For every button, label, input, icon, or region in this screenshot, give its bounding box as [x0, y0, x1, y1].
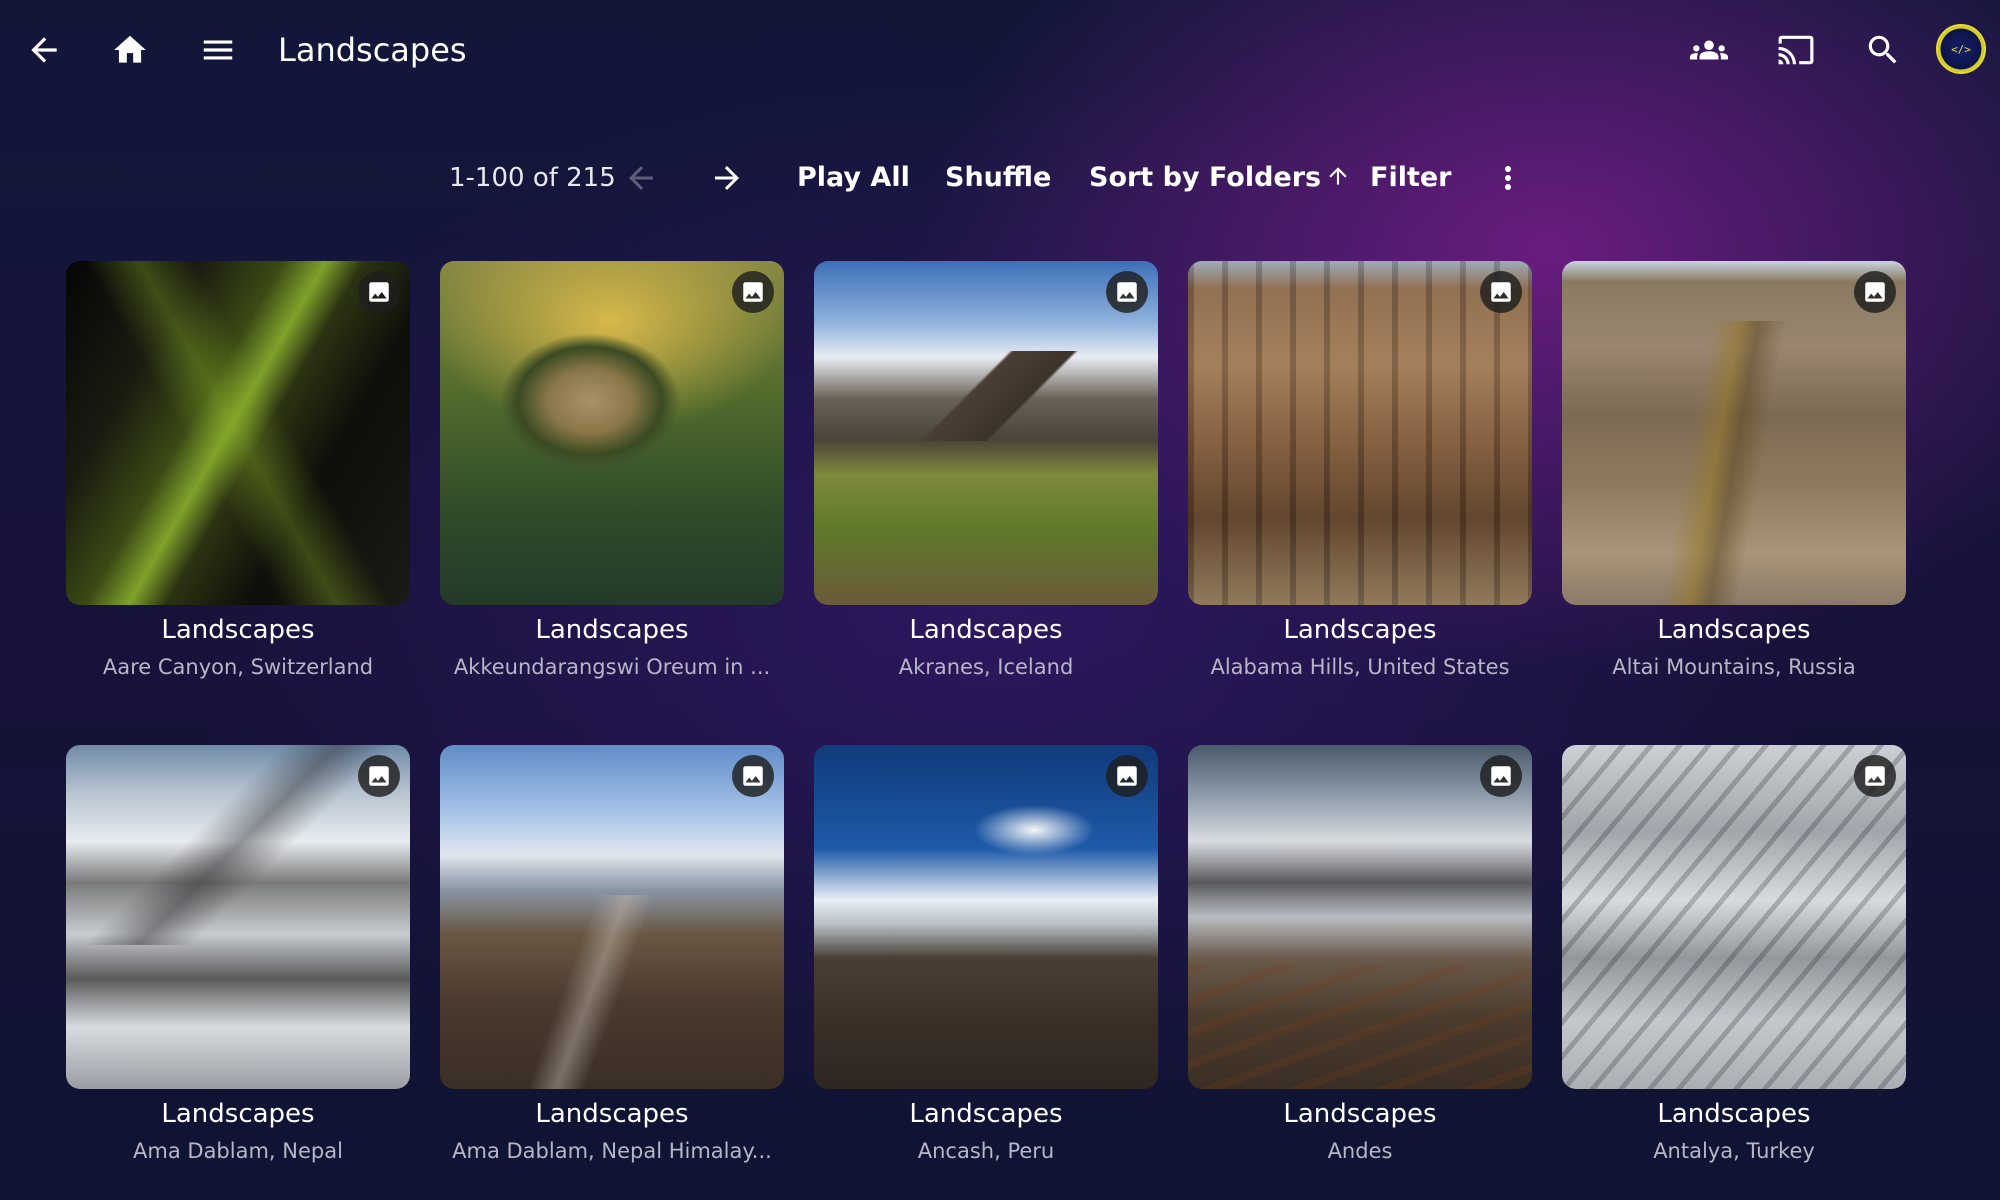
arrow-up-icon — [1321, 162, 1351, 193]
card-title: Landscapes — [161, 615, 315, 645]
card-title: Landscapes — [1283, 1099, 1437, 1129]
sync-play-button[interactable] — [1679, 20, 1739, 80]
card-subtitle: Akranes, Iceland — [898, 655, 1074, 679]
arrow-forward-icon — [715, 166, 739, 190]
thumbnail — [814, 745, 1158, 1089]
card-subtitle: Ama Dablam, Nepal Himalay... — [452, 1139, 772, 1163]
photo-badge — [1106, 755, 1148, 797]
user-avatar[interactable]: </> — [1936, 24, 1986, 74]
page-title: Landscapes — [278, 31, 467, 69]
thumbnail — [66, 745, 410, 1089]
group-users-icon — [1690, 40, 1728, 60]
card-title: Landscapes — [1283, 615, 1437, 645]
avatar-text: </> — [1951, 42, 1971, 56]
photo-badge — [732, 755, 774, 797]
photo-badge — [1854, 755, 1896, 797]
photo-badge — [1480, 271, 1522, 313]
image-icon — [743, 766, 763, 786]
media-card[interactable]: Landscapes Antalya, Turkey — [1562, 745, 1906, 1165]
image-icon — [1491, 766, 1511, 786]
card-title: Landscapes — [535, 1099, 689, 1129]
card-subtitle: Antalya, Turkey — [1653, 1139, 1815, 1163]
thumbnail — [440, 745, 784, 1089]
image-icon — [1865, 282, 1885, 302]
media-card[interactable]: Landscapes Altai Mountains, Russia — [1562, 261, 1906, 681]
image-icon — [1117, 766, 1137, 786]
pager-count: 1-100 of 215 — [449, 163, 616, 193]
media-card[interactable]: Landscapes Ama Dablam, Nepal — [66, 745, 410, 1165]
more-vertical-icon — [1505, 166, 1511, 190]
list-toolbar: 1-100 of 215 Play All Shuffle Sort by Fo… — [0, 148, 2000, 208]
next-page-button[interactable] — [703, 154, 751, 202]
media-card[interactable]: Landscapes Ama Dablam, Nepal Himalay... — [440, 745, 784, 1165]
card-subtitle: Andes — [1327, 1139, 1393, 1163]
card-title: Landscapes — [909, 615, 1063, 645]
card-subtitle: Ama Dablam, Nepal — [133, 1139, 343, 1163]
photo-badge — [732, 271, 774, 313]
shuffle-button[interactable]: Shuffle — [945, 158, 1051, 198]
photo-badge — [358, 271, 400, 313]
menu-button[interactable] — [188, 20, 248, 80]
app-header: Landscapes </> — [0, 0, 2000, 100]
photo-badge — [1106, 271, 1148, 313]
card-subtitle: Akkeundarangswi Oreum in ... — [453, 655, 771, 679]
filter-button[interactable]: Filter — [1370, 158, 1452, 198]
play-all-button[interactable]: Play All — [797, 158, 910, 198]
card-title: Landscapes — [1657, 615, 1811, 645]
hamburger-menu-icon — [203, 40, 233, 60]
media-card[interactable]: Landscapes Akkeundarangswi Oreum in ... — [440, 261, 784, 681]
card-title: Landscapes — [161, 1099, 315, 1129]
image-icon — [369, 282, 389, 302]
card-subtitle: Aare Canyon, Switzerland — [102, 655, 374, 679]
search-button[interactable] — [1853, 20, 1913, 80]
image-icon — [1865, 766, 1885, 786]
card-subtitle: Alabama Hills, United States — [1210, 655, 1510, 679]
image-icon — [743, 282, 763, 302]
arrow-back-icon — [629, 166, 653, 190]
search-icon — [1868, 35, 1897, 64]
thumbnail — [814, 261, 1158, 605]
photo-badge — [1480, 755, 1522, 797]
image-icon — [369, 766, 389, 786]
back-button[interactable] — [14, 20, 74, 80]
photo-badge — [358, 755, 400, 797]
photo-badge — [1854, 271, 1896, 313]
card-title: Landscapes — [909, 1099, 1063, 1129]
thumbnail — [1562, 261, 1906, 605]
image-icon — [1491, 282, 1511, 302]
media-card[interactable]: Landscapes Alabama Hills, United States — [1188, 261, 1532, 681]
thumbnail — [1188, 745, 1532, 1089]
cast-icon — [1778, 35, 1814, 65]
media-card[interactable]: Landscapes Andes — [1188, 745, 1532, 1165]
media-card[interactable]: Landscapes Aare Canyon, Switzerland — [66, 261, 410, 681]
card-title: Landscapes — [535, 615, 689, 645]
thumbnail — [1188, 261, 1532, 605]
thumbnail — [66, 261, 410, 605]
more-options-button[interactable] — [1484, 154, 1532, 202]
cast-button[interactable] — [1766, 20, 1826, 80]
previous-page-button[interactable] — [617, 154, 665, 202]
home-button[interactable] — [100, 20, 160, 80]
sort-button[interactable]: Sort by Folders — [1089, 158, 1351, 198]
card-subtitle: Ancash, Peru — [917, 1139, 1055, 1163]
arrow-back-icon — [31, 37, 57, 63]
home-icon — [114, 35, 146, 63]
sort-label: Sort by Folders — [1089, 162, 1322, 193]
card-title: Landscapes — [1657, 1099, 1811, 1129]
media-card[interactable]: Landscapes Ancash, Peru — [814, 745, 1158, 1165]
media-card[interactable]: Landscapes Akranes, Iceland — [814, 261, 1158, 681]
image-icon — [1117, 282, 1137, 302]
card-subtitle: Altai Mountains, Russia — [1612, 655, 1856, 679]
thumbnail — [1562, 745, 1906, 1089]
thumbnail — [440, 261, 784, 605]
